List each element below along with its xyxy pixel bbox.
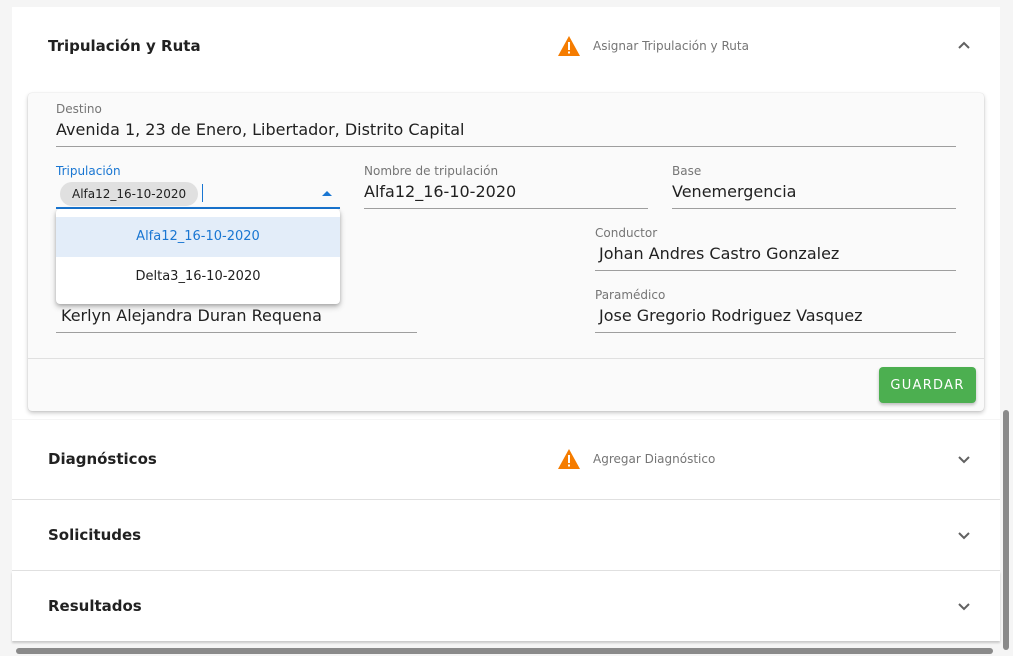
destino-value: Avenida 1, 23 de Enero, Libertador, Dist…: [56, 120, 465, 139]
conductor-underline: [595, 270, 956, 271]
panel-tripulacion-header[interactable]: Tripulación y Ruta Asignar Tripulación y…: [12, 7, 1000, 83]
horizontal-scrollbar[interactable]: [16, 648, 993, 654]
tripulacion-select[interactable]: Tripulación Alfa12_16-10-2020: [56, 164, 340, 209]
panel-tripulacion-hint: Asignar Tripulación y Ruta: [593, 39, 749, 53]
tripulacion-label: Tripulación: [56, 164, 121, 178]
panel-resultados[interactable]: Resultados: [12, 571, 1000, 641]
tercer-miembro-value: Kerlyn Alejandra Duran Requena: [61, 306, 322, 325]
card-actions-divider: [28, 358, 984, 359]
panel-solicitudes-title: Solicitudes: [48, 526, 142, 544]
panel-diagnosticos-hint: Agregar Diagnóstico: [593, 452, 716, 466]
dropdown-option-alfa12[interactable]: Alfa12_16-10-2020: [56, 217, 340, 257]
paramedico-label: Paramédico: [595, 288, 666, 302]
base-underline: [672, 208, 956, 209]
destino-label: Destino: [56, 102, 102, 116]
nombre-tripulacion-underline: [364, 208, 648, 209]
chevron-up-icon[interactable]: [957, 38, 971, 52]
paramedico-underline: [595, 332, 956, 333]
nombre-tripulacion-label: Nombre de tripulación: [364, 164, 499, 178]
chevron-down-icon[interactable]: [957, 452, 971, 466]
tercer-miembro-underline: [56, 332, 417, 333]
conductor-field[interactable]: Conductor Johan Andres Castro Gonzalez: [595, 226, 956, 271]
conductor-value: Johan Andres Castro Gonzalez: [599, 244, 840, 263]
tripulacion-dropdown-menu: Alfa12_16-10-2020 Delta3_16-10-2020: [56, 209, 340, 304]
dropdown-option-delta3[interactable]: Delta3_16-10-2020: [56, 257, 340, 297]
save-button[interactable]: GUARDAR: [879, 367, 976, 403]
vertical-scrollbar[interactable]: [1003, 410, 1009, 650]
base-label: Base: [672, 164, 702, 178]
destino-field[interactable]: Destino Avenida 1, 23 de Enero, Libertad…: [56, 102, 956, 147]
panel-solicitudes[interactable]: Solicitudes: [12, 500, 1000, 570]
warning-icon: [558, 449, 580, 469]
warning-icon: [558, 36, 580, 56]
panel-diagnosticos[interactable]: Diagnósticos Agregar Diagnóstico: [12, 420, 1000, 499]
chevron-down-icon[interactable]: [957, 599, 971, 613]
panel-resultados-title: Resultados: [48, 597, 142, 615]
text-cursor: [202, 184, 203, 202]
panel-tripulacion-title: Tripulación y Ruta: [48, 37, 201, 55]
base-value: Venemergencia: [672, 182, 797, 201]
nombre-tripulacion-field[interactable]: Nombre de tripulación Alfa12_16-10-2020: [364, 164, 648, 209]
paramedico-field[interactable]: Paramédico Jose Gregorio Rodriguez Vasqu…: [595, 288, 956, 333]
base-field[interactable]: Base Venemergencia: [672, 164, 956, 209]
destino-underline: [56, 146, 956, 147]
tripulacion-chip[interactable]: Alfa12_16-10-2020: [60, 182, 199, 206]
conductor-label: Conductor: [595, 226, 658, 240]
menu-up-icon[interactable]: [322, 191, 332, 196]
panel-diagnosticos-title: Diagnósticos: [48, 450, 157, 468]
chevron-down-icon[interactable]: [957, 528, 971, 542]
paramedico-value: Jose Gregorio Rodriguez Vasquez: [599, 306, 863, 325]
nombre-tripulacion-value: Alfa12_16-10-2020: [364, 182, 517, 201]
